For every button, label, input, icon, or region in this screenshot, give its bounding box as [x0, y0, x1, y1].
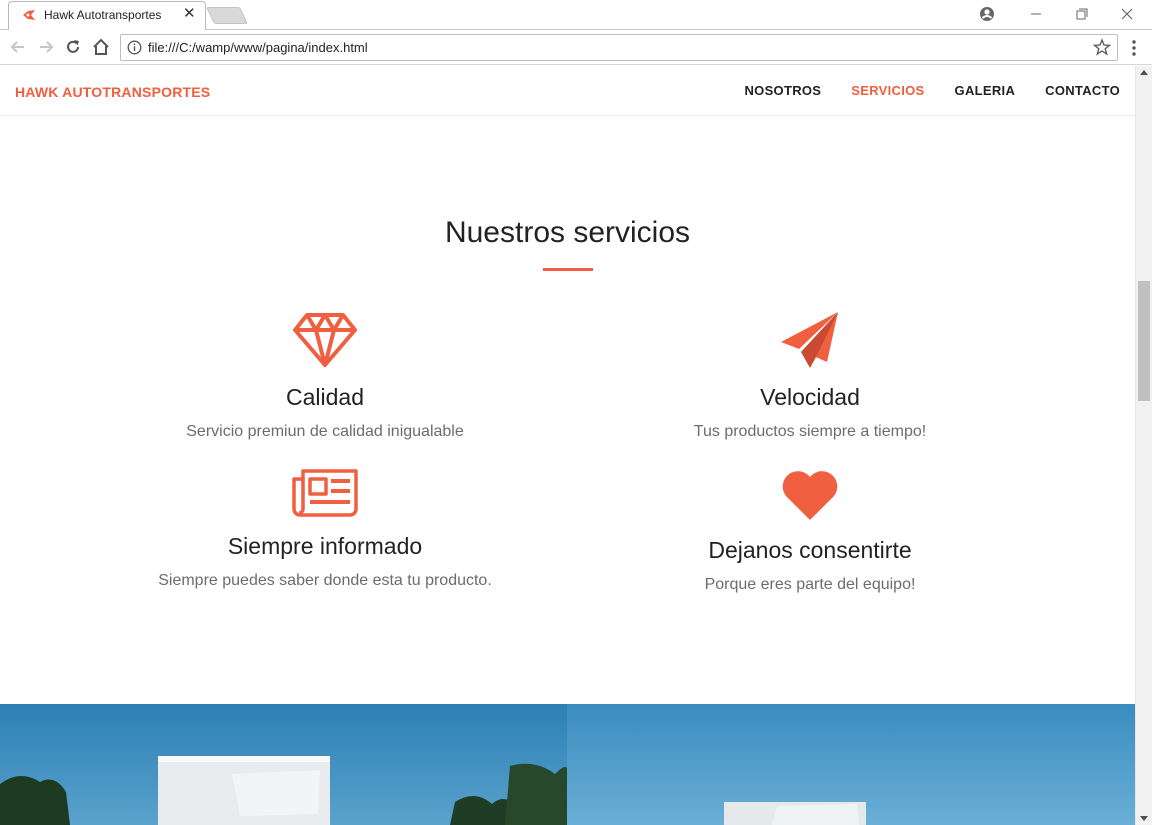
service-title: Siempre informado — [227, 533, 423, 559]
nav-link-servicios[interactable]: Servicios — [851, 83, 924, 98]
page-scrollbar[interactable] — [1135, 66, 1152, 825]
nav-link-nosotros[interactable]: Nosotros — [744, 83, 821, 98]
tab-title: Hawk Autotransportes — [44, 8, 162, 22]
newspaper-icon — [292, 469, 358, 517]
restore-icon[interactable] — [1070, 4, 1092, 24]
back-arrow-icon[interactable] — [9, 38, 27, 56]
heart-icon — [782, 471, 838, 520]
brand-logo-link[interactable]: Hawk Autotransportes — [15, 84, 210, 100]
info-icon[interactable] — [127, 40, 142, 55]
address-bar[interactable]: file:///C:/wamp/www/pagina/index.html — [120, 34, 1118, 61]
scrollbar-thumb[interactable] — [1138, 281, 1150, 401]
service-description: Siempre puedes saber donde esta tu produ… — [158, 572, 492, 589]
service-card-consentirte: Dejanos consentirte Porque eres parte de… — [570, 469, 1050, 594]
service-title: Dejanos consentirte — [708, 537, 912, 563]
service-card-velocidad: Velocidad Tus productos siempre a tiempo… — [570, 312, 1050, 441]
browser-menu-icon[interactable] — [1128, 38, 1140, 58]
gallery-photo-truck-palms[interactable] — [0, 704, 567, 825]
browser-toolbar: file:///C:/wamp/www/pagina/index.html — [0, 30, 1152, 65]
service-card-calidad: Calidad Servicio premiun de calidad inig… — [85, 312, 565, 441]
gallery-section — [0, 704, 1135, 825]
page-viewport: Hawk Autotransportes Nosotros Servicios … — [0, 66, 1135, 825]
close-window-icon[interactable] — [1116, 4, 1138, 24]
scroll-down-arrow-icon[interactable] — [1140, 816, 1148, 821]
gallery-photo-truck-sky[interactable] — [567, 704, 1135, 825]
minimize-icon[interactable] — [1025, 4, 1047, 24]
scroll-up-arrow-icon[interactable] — [1140, 70, 1148, 75]
forward-arrow-icon[interactable] — [37, 38, 55, 56]
new-tab-button[interactable] — [206, 7, 248, 24]
bookmark-star-icon[interactable] — [1093, 38, 1111, 56]
service-card-informado: Siempre informado Siempre puedes saber d… — [85, 469, 565, 590]
reload-icon[interactable] — [64, 38, 82, 56]
favicon-icon — [23, 10, 35, 20]
home-icon[interactable] — [92, 38, 110, 56]
nav-links: Nosotros Servicios Galeria Contacto — [714, 83, 1120, 98]
diamond-icon — [293, 313, 357, 367]
nav-link-contacto[interactable]: Contacto — [1045, 83, 1120, 98]
service-title: Calidad — [286, 384, 364, 410]
service-description: Servicio premiun de calidad inigualable — [186, 423, 464, 440]
service-description: Tus productos siempre a tiempo! — [693, 423, 927, 440]
service-description: Porque eres parte del equipo! — [704, 576, 916, 593]
browser-tab-bar: Hawk Autotransportes ✕ — [0, 0, 1152, 30]
profile-icon[interactable] — [976, 4, 998, 24]
heading-divider — [543, 268, 593, 271]
service-title: Velocidad — [760, 384, 860, 410]
tab-close-icon[interactable]: ✕ — [183, 5, 196, 23]
paper-plane-icon — [781, 312, 838, 368]
url-text[interactable]: file:///C:/wamp/www/pagina/index.html — [148, 40, 368, 55]
nav-link-galeria[interactable]: Galeria — [955, 83, 1016, 98]
services-heading: Nuestros servicios — [444, 216, 691, 249]
site-navbar: Hawk Autotransportes Nosotros Servicios … — [0, 66, 1135, 116]
